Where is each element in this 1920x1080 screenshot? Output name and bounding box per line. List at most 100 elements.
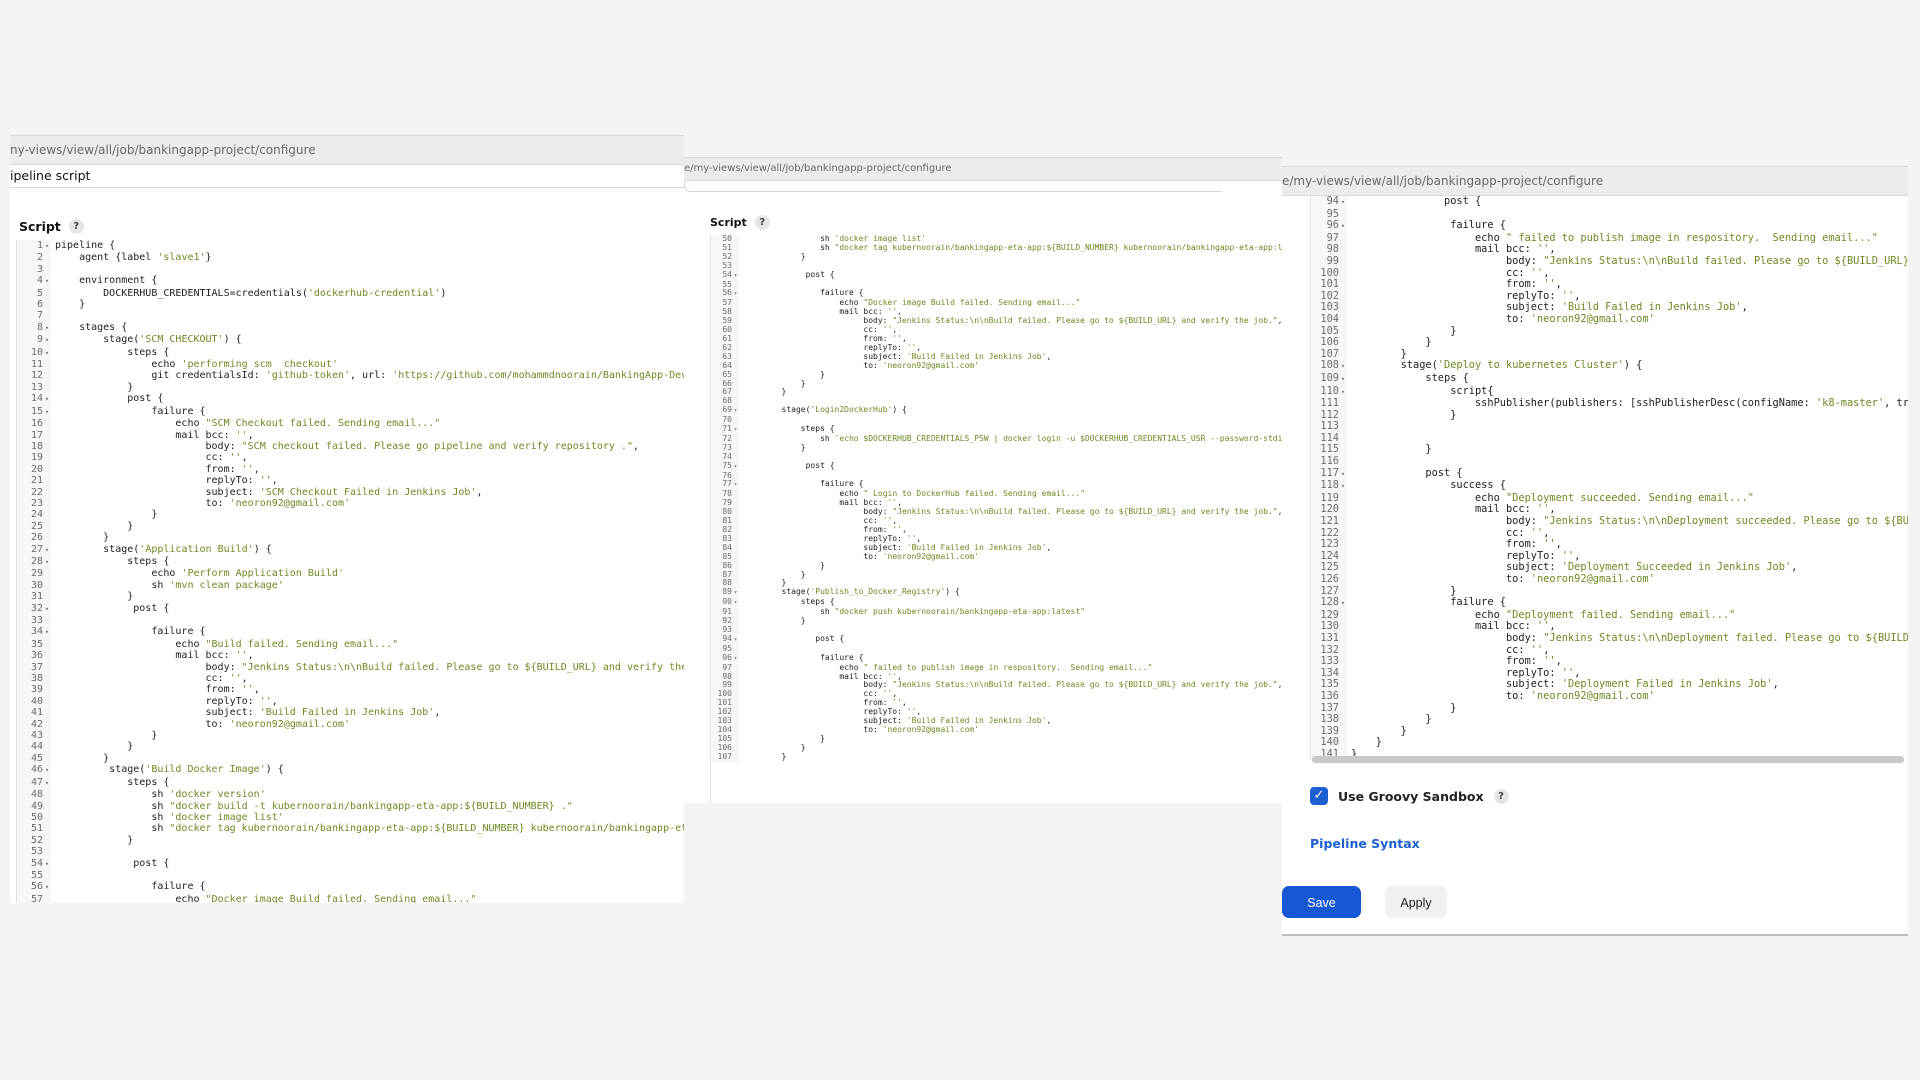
fold-arrow-icon[interactable]: ▾ xyxy=(732,463,739,472)
fold-arrow-icon[interactable]: ▾ xyxy=(732,589,739,598)
code-line[interactable]: 112 } xyxy=(1311,409,1908,422)
code-line[interactable]: 43 } xyxy=(17,730,684,742)
code-line[interactable]: 39 from: '', xyxy=(17,684,684,696)
code-line[interactable]: 4 ▾ environment { xyxy=(17,275,684,288)
fold-arrow-icon[interactable]: ▾ xyxy=(1339,374,1347,386)
fold-arrow-icon[interactable]: ▾ xyxy=(43,407,51,418)
code-line[interactable]: 23 to: 'neoron92@gmail.com' xyxy=(17,497,684,510)
code-line[interactable]: 2 agent {label 'slave1'} xyxy=(17,252,684,264)
fold-arrow-icon[interactable]: ▾ xyxy=(43,557,51,568)
fold-arrow-icon[interactable]: ▾ xyxy=(732,407,739,416)
fold-arrow-icon[interactable]: ▾ xyxy=(732,655,739,664)
address-bar[interactable]: e/my-views/view/all/job/bankingapp-proje… xyxy=(684,157,1282,181)
code-line[interactable]: 94 ▾ post { xyxy=(1311,196,1908,209)
code-line[interactable]: 16 echo "SCM Checkout failed. Sending em… xyxy=(17,418,684,430)
help-icon[interactable]: ? xyxy=(68,219,84,234)
groovy-sandbox-option[interactable]: ✓ Use Groovy Sandbox ? xyxy=(1310,787,1509,805)
fold-arrow-icon[interactable]: ▾ xyxy=(43,859,51,870)
code-line[interactable]: 32 ▾ post { xyxy=(17,602,684,615)
code-line[interactable]: 22 subject: 'SCM Checkout Failed in Jenk… xyxy=(17,486,684,498)
code-line[interactable]: 56 ▾ failure { xyxy=(17,881,684,894)
code-line[interactable]: 51 sh "docker tag kubernoorain/bankingap… xyxy=(17,823,684,835)
code-line[interactable]: 75 ▾ post { xyxy=(711,461,1282,472)
fold-arrow-icon[interactable]: ▾ xyxy=(1339,598,1347,610)
code-line[interactable]: 45 } xyxy=(17,752,684,765)
code-line[interactable]: 52 } xyxy=(711,252,1282,262)
code-line[interactable]: 40 replyTo: '', xyxy=(17,695,684,708)
code-line[interactable]: 27 ▾ stage('Application Build') { xyxy=(17,543,684,556)
code-line[interactable]: 113 xyxy=(1311,421,1908,433)
code-line[interactable]: 126 to: 'neoron92@gmail.com' xyxy=(1311,573,1908,586)
code-line[interactable]: 33 xyxy=(17,615,684,627)
code-line[interactable]: 25 } xyxy=(17,520,684,533)
code-line[interactable]: 48 sh 'docker version' xyxy=(17,789,684,801)
fold-arrow-icon[interactable]: ▾ xyxy=(1339,481,1347,493)
code-line[interactable]: 101 from: '', xyxy=(1311,278,1908,291)
code-line[interactable]: 12 git credentialsId: 'github-token', ur… xyxy=(17,370,684,382)
code-line[interactable]: 94 ▾ post { xyxy=(711,634,1282,645)
code-line[interactable]: 35 echo "Build failed. Sending email..." xyxy=(17,638,684,651)
code-line[interactable]: 53 xyxy=(17,846,684,858)
code-line[interactable]: 55 xyxy=(17,869,684,882)
code-line[interactable]: 109 ▾ steps { xyxy=(1311,372,1908,386)
fold-arrow-icon[interactable]: ▾ xyxy=(43,276,51,287)
code-line[interactable]: 19 cc: '', xyxy=(17,452,684,464)
fold-arrow-icon[interactable]: ▾ xyxy=(1339,361,1347,373)
code-line[interactable]: 20 from: '', xyxy=(17,463,684,476)
code-line[interactable]: 21 replyTo: '', xyxy=(17,475,684,487)
address-bar[interactable]: e/my-views/view/all/job/bankingapp-proje… xyxy=(1282,166,1908,196)
code-line[interactable]: 73 } xyxy=(711,443,1282,453)
code-line[interactable]: 121 body: "Jenkins Status:\n\nDeployment… xyxy=(1311,515,1908,528)
fold-arrow-icon[interactable]: ▾ xyxy=(732,599,739,608)
code-line[interactable]: 34 ▾ failure { xyxy=(17,626,684,639)
code-line[interactable]: 57 echo "Docker image Build failed. Send… xyxy=(17,893,684,903)
code-line[interactable]: 7 xyxy=(17,310,684,322)
code-line[interactable]: 115 } xyxy=(1311,444,1908,457)
code-line[interactable]: 9 ▾ stage('SCM CHECKOUT') { xyxy=(17,334,684,347)
fold-arrow-icon[interactable]: ▾ xyxy=(43,348,51,359)
help-icon[interactable]: ? xyxy=(1493,788,1509,804)
pipeline-syntax-link[interactable]: Pipeline Syntax xyxy=(1310,836,1420,851)
code-line[interactable]: 54 ▾ post { xyxy=(711,270,1282,281)
code-line[interactable]: 140 } xyxy=(1311,737,1908,749)
code-editor[interactable]: 50 sh 'docker image list' 51 sh "docker t… xyxy=(710,235,1282,803)
code-line[interactable]: 49 sh "docker build -t kubernoorain/bank… xyxy=(17,800,684,812)
code-line[interactable]: 13 } xyxy=(17,381,684,394)
code-line[interactable]: 15 ▾ failure { xyxy=(17,405,684,419)
fold-arrow-icon[interactable]: ▾ xyxy=(43,545,51,556)
code-line[interactable]: 24 } xyxy=(17,509,684,521)
help-icon[interactable]: ? xyxy=(754,215,770,230)
code-line[interactable]: 28 ▾ steps { xyxy=(17,555,684,569)
code-line[interactable]: 92 } xyxy=(711,616,1282,626)
code-line[interactable]: 3 xyxy=(17,263,684,276)
save-button[interactable]: Save xyxy=(1282,886,1361,918)
code-line[interactable]: 30 sh 'mvn clean package' xyxy=(17,579,684,592)
code-line[interactable]: 66 } xyxy=(711,379,1282,389)
code-line[interactable]: 6 } xyxy=(17,299,684,311)
code-editor[interactable]: 94 ▾ post {95 96 ▾ failure {97 echo " faile… xyxy=(1310,196,1908,760)
apply-button[interactable]: Apply xyxy=(1385,886,1447,918)
code-line[interactable]: 133 from: '', xyxy=(1311,655,1908,668)
code-line[interactable]: 29 echo 'Perform Application Build' xyxy=(17,568,684,580)
fold-arrow-icon[interactable]: ▾ xyxy=(43,627,51,638)
fold-arrow-icon[interactable]: ▾ xyxy=(1339,221,1347,233)
code-line[interactable]: 54 ▾ post { xyxy=(17,857,684,870)
code-line[interactable]: 50 sh 'docker image list' xyxy=(17,811,684,824)
code-editor[interactable]: 1 ▾ pipeline {2 agent {label 'slave1'} 3 4 ▾ … xyxy=(16,240,684,903)
checkbox-checked-icon[interactable]: ✓ xyxy=(1310,787,1328,805)
code-line[interactable]: 1 ▾ pipeline { xyxy=(17,240,684,253)
code-line[interactable]: 52 } xyxy=(17,834,684,847)
code-line[interactable]: 104 to: 'neoron92@gmail.com' xyxy=(1311,313,1908,326)
fold-arrow-icon[interactable]: ▾ xyxy=(1339,197,1347,209)
fold-arrow-icon[interactable]: ▾ xyxy=(43,241,51,252)
fold-arrow-icon[interactable]: ▾ xyxy=(43,765,51,776)
fold-arrow-icon[interactable]: ▾ xyxy=(1339,387,1347,399)
code-line[interactable]: 67 } xyxy=(711,388,1282,398)
code-line[interactable]: 38 cc: '', xyxy=(17,673,684,685)
fold-arrow-icon[interactable]: ▾ xyxy=(43,323,51,334)
code-line[interactable]: 111 sshPublisher(publishers: [sshPublish… xyxy=(1311,397,1908,410)
code-line[interactable]: 131 body: "Jenkins Status:\n\nDeployment… xyxy=(1311,632,1908,645)
code-line[interactable]: 107 } xyxy=(711,752,1282,762)
code-line[interactable]: 8 ▾ stages { xyxy=(17,321,684,335)
code-line[interactable]: 69 ▾ stage('Login2DockerHub') { xyxy=(711,405,1282,417)
